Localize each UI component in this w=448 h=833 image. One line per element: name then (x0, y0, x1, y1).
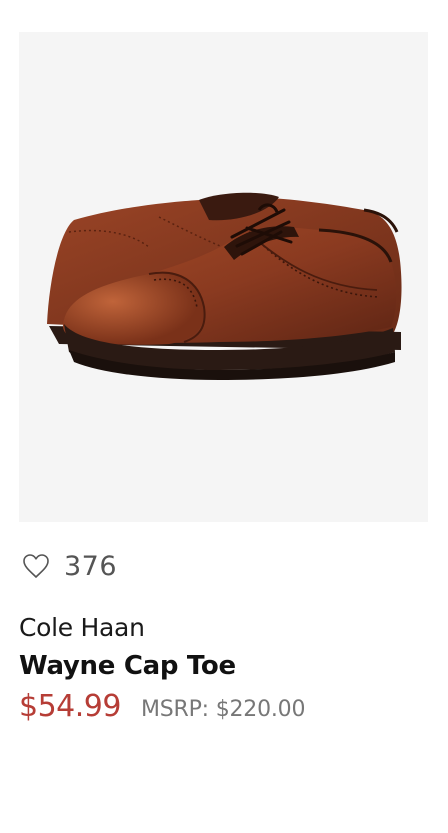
sale-price: $54.99 (19, 689, 121, 724)
favorites: 376 (21, 548, 117, 584)
product-card: 376 Cole Haan Wayne Cap Toe $54.99 MSRP:… (0, 0, 448, 833)
heart-outline-icon[interactable] (21, 551, 51, 581)
brand-name[interactable]: Cole Haan (19, 613, 145, 642)
shoe-illustration (47, 192, 402, 380)
product-image[interactable] (19, 32, 428, 522)
msrp-price: MSRP: $220.00 (140, 697, 306, 722)
price-row: $54.99 MSRP: $220.00 (19, 689, 305, 724)
product-name[interactable]: Wayne Cap Toe (19, 651, 236, 681)
favorites-count: 376 (64, 550, 118, 582)
